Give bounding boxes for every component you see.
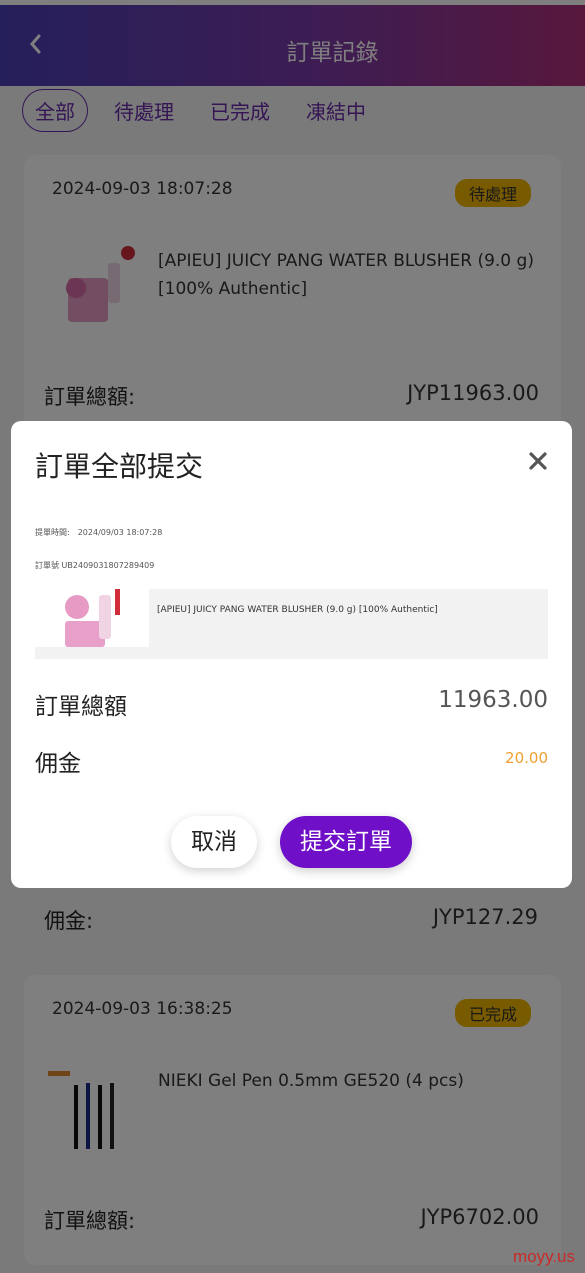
close-icon[interactable] (528, 451, 548, 471)
submit-time-label: 提單時間: (35, 528, 70, 537)
modal-commission-label: 佣金 (35, 751, 81, 777)
modal-total-value: 11963.00 (438, 687, 548, 713)
watermark: moyy.us (512, 1247, 575, 1266)
cancel-button[interactable]: 取消 (171, 816, 257, 868)
submit-order-button[interactable]: 提交訂單 (280, 816, 412, 868)
submit-time-row: 提單時間: 2024/09/03 18:07:28 (35, 527, 162, 538)
modal-product-name: [APIEU] JUICY PANG WATER BLUSHER (9.0 g)… (157, 605, 438, 615)
order-number-label: 訂單號 (35, 561, 59, 570)
modal-title: 訂單全部提交 (35, 450, 204, 483)
order-number-row: 訂單號 UB2409031807289409 (35, 560, 154, 571)
modal-total-label: 訂單總額 (35, 694, 127, 720)
product-image (35, 589, 149, 647)
modal-commission-value: 20.00 (505, 749, 548, 767)
order-number-value: UB2409031807289409 (61, 561, 155, 570)
submit-time-value: 2024/09/03 18:07:28 (77, 528, 163, 537)
submit-order-modal: 訂單全部提交 提單時間: 2024/09/03 18:07:28 訂單號 UB24… (11, 421, 572, 888)
modal-product-row: [APIEU] JUICY PANG WATER BLUSHER (9.0 g)… (35, 589, 548, 659)
